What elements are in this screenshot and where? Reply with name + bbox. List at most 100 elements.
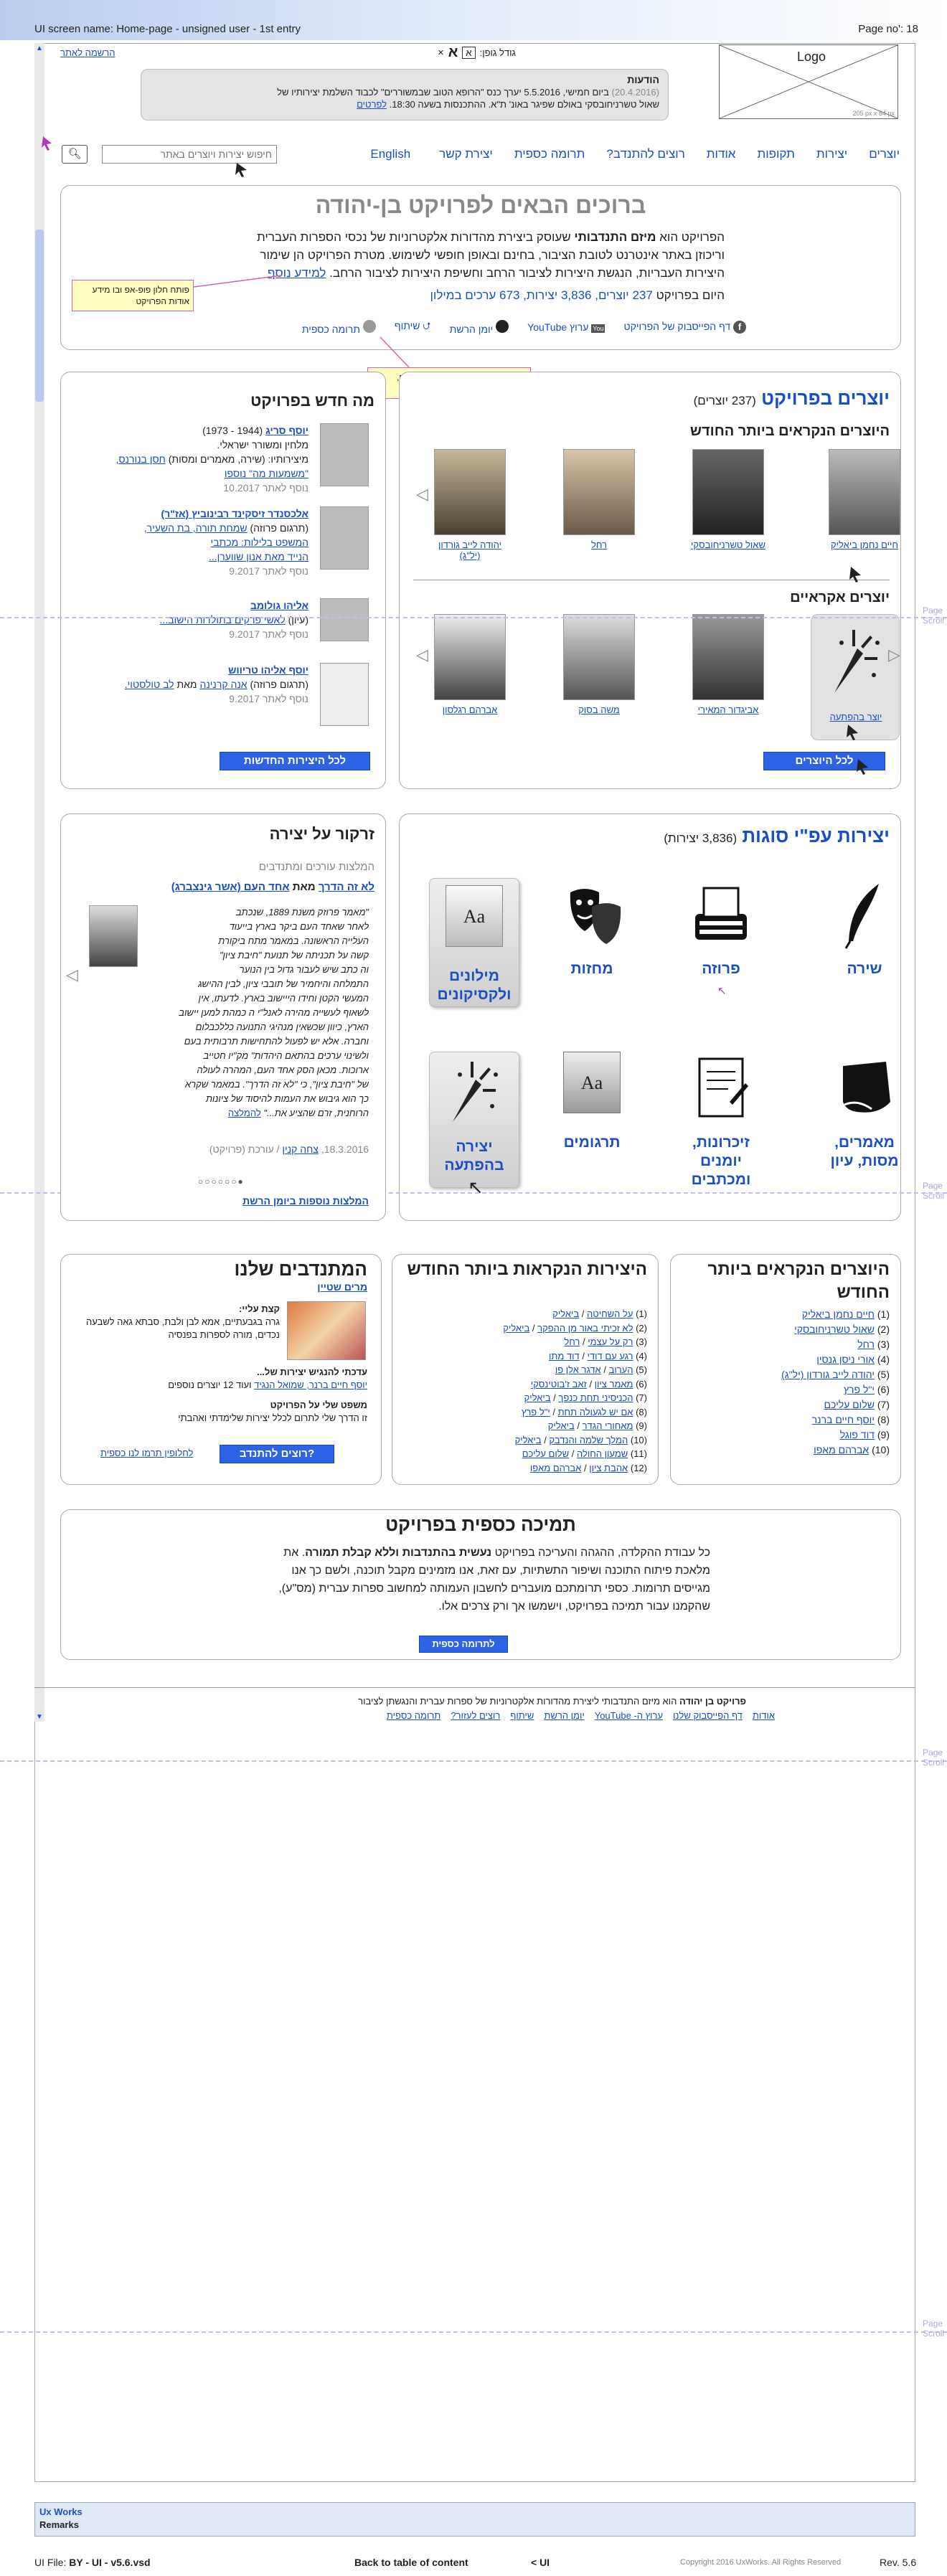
- scrollbar-thumb[interactable]: [35, 230, 44, 402]
- search-input[interactable]: [102, 145, 277, 164]
- carousel-dots[interactable]: ○○○○○○●: [198, 1176, 245, 1186]
- stats-values[interactable]: 673 ערכים במילון: [430, 288, 519, 302]
- nav-contact[interactable]: יצירת קשר: [439, 147, 493, 161]
- stats-works[interactable]: 3,836 יצירות,: [523, 288, 591, 302]
- list-item[interactable]: (6) י"ל פרץ: [682, 1382, 890, 1397]
- surprise-icon: [834, 630, 880, 693]
- recommend-subtitle: המלצות עורכים ומתנדבים: [258, 861, 374, 873]
- list-item[interactable]: (4) אורי ניסן גנסין: [682, 1352, 890, 1367]
- surprise-icon: [453, 1062, 498, 1122]
- list-item[interactable]: (8) יוסף חיים ברנר: [682, 1412, 890, 1428]
- font-small-button[interactable]: א: [462, 47, 476, 59]
- creator-card[interactable]: שאול טשרניחובסקי: [689, 449, 768, 550]
- facebook-link[interactable]: f דף הפייסבוק של הפרויקט: [623, 321, 746, 334]
- dictionary-icon: Aa: [446, 885, 503, 947]
- list-item[interactable]: (9) דוד פוגל: [682, 1428, 890, 1443]
- news-item: אלכסנדר זיסקינד רבינוביץ (אז"ר) (תרגום פ…: [79, 506, 369, 578]
- read-recommendation-link[interactable]: להמלצה: [228, 1108, 261, 1118]
- footer-link[interactable]: תרומה כספית: [387, 1710, 440, 1721]
- creator-card[interactable]: אברהם רגלסון: [430, 614, 509, 715]
- ui-link[interactable]: < UI: [531, 2557, 550, 2568]
- nav-about[interactable]: אודות: [707, 147, 736, 161]
- nav-english[interactable]: English: [370, 147, 410, 161]
- list-item[interactable]: (9) מאחורי הגדר / ביאליק: [406, 1419, 647, 1433]
- carousel-left-icon[interactable]: ◁: [416, 646, 428, 664]
- donate-link[interactable]: תרומה כספית: [302, 319, 376, 335]
- genre-dictionaries[interactable]: Aa מילונים ולקסיקונים: [428, 885, 521, 1004]
- list-item[interactable]: (1) על השחיטה / ביאליק: [406, 1307, 647, 1321]
- list-item[interactable]: (7) הכניסיני תחת כנפך / ביאליק: [406, 1391, 647, 1405]
- carousel-right-icon[interactable]: ▷: [888, 646, 900, 664]
- all-new-works-button[interactable]: לכל היצירות החדשות: [220, 752, 370, 770]
- genre-prose[interactable]: פרוזה: [674, 878, 768, 978]
- footer-link[interactable]: אודות: [753, 1710, 775, 1721]
- all-creators-button[interactable]: לכל היוצרים: [763, 752, 885, 770]
- list-item[interactable]: (8) אם יש לגעולה תחת / י"ל פרץ: [406, 1405, 647, 1420]
- genre-plays[interactable]: מחזות: [545, 878, 639, 978]
- signup-link[interactable]: הרשמה לאתר: [60, 47, 115, 58]
- donate-alt-link[interactable]: לחלופין תרמו לנו כספית: [100, 1448, 193, 1458]
- footer-divider: [34, 1687, 915, 1688]
- font-big-button[interactable]: א: [448, 44, 458, 61]
- more-recommendations-link[interactable]: המלצות נוספות ביומן הרשת: [79, 1195, 369, 1207]
- list-item[interactable]: (4) רגע עם דודי / דוד מתו: [406, 1349, 647, 1364]
- carousel-left-icon[interactable]: ◁: [416, 485, 428, 504]
- recommend-work: לא זה הדרך מאת אחד העם (אשר גינצברג): [171, 881, 374, 893]
- volunteer-name[interactable]: מרים שטיין: [79, 1281, 367, 1293]
- genre-memoirs[interactable]: זיכרונות, יומנים ומכתבים: [674, 1052, 768, 1189]
- creator-card[interactable]: חיים נחמן ביאליק: [825, 449, 904, 550]
- facebook-icon: f: [733, 321, 746, 334]
- list-item[interactable]: (1) חיים נחמן ביאליק: [682, 1307, 890, 1322]
- dictionary-icon: Aa: [563, 1052, 621, 1113]
- list-item[interactable]: (7) שלום עליכם: [682, 1397, 890, 1412]
- list-item[interactable]: (10) אברהם מאפו: [682, 1443, 890, 1458]
- announcement-details-link[interactable]: לפרטים: [357, 99, 387, 110]
- blog-link[interactable]: יומן הרשת: [450, 319, 509, 335]
- footer-link[interactable]: ערוץ ה- YouTube: [595, 1710, 663, 1721]
- author-photo[interactable]: [89, 905, 138, 967]
- carousel-left-icon[interactable]: ◁: [66, 966, 78, 984]
- logo[interactable]: Logo 205 px x 84 px: [719, 44, 898, 119]
- list-item[interactable]: (5) יהודה לייב גורדון (יל"ג): [682, 1367, 890, 1382]
- nav-periods[interactable]: תקופות: [757, 147, 794, 161]
- footer-link[interactable]: רוצים לעזור?: [451, 1710, 500, 1721]
- more-info-link[interactable]: למידע נוסף: [268, 266, 326, 280]
- list-item[interactable]: (12) אהבת ציון / אברהם מאפו: [406, 1461, 647, 1476]
- footer-link[interactable]: דף הפייסבוק שלנו: [673, 1710, 743, 1721]
- list-item[interactable]: (3) רק על עצמי / רחל: [406, 1335, 647, 1349]
- nav-creators[interactable]: יוצרים: [869, 147, 900, 161]
- list-item[interactable]: (3) רחל: [682, 1337, 890, 1352]
- scroll-down-icon[interactable]: ▼: [36, 1713, 43, 1721]
- genre-poetry[interactable]: שירה: [818, 878, 911, 978]
- list-item[interactable]: (2) שאול טשרניחובסקי: [682, 1322, 890, 1337]
- nav-donate[interactable]: תרומה כספית: [514, 147, 585, 161]
- stats-creators[interactable]: 237 יוצרים,: [595, 288, 653, 302]
- list-item[interactable]: (6) מאמר ציון / זאב ז'בוטינסקי: [406, 1377, 647, 1392]
- creator-card[interactable]: יוצר בהפתעה: [816, 621, 895, 722]
- nav-volunteer[interactable]: רוצים להתנדב?: [606, 147, 684, 161]
- footer-link[interactable]: שיתוף: [510, 1710, 534, 1721]
- close-icon[interactable]: ×: [438, 47, 444, 59]
- letter-icon: [698, 1057, 748, 1118]
- creator-card[interactable]: אביגדור המאירי: [689, 614, 768, 715]
- search-button[interactable]: 🔍︎: [62, 145, 88, 164]
- share-link[interactable]: ⮍ שיתוף: [395, 319, 431, 336]
- donate-button[interactable]: לתרומה כספית: [419, 1636, 508, 1653]
- list-item[interactable]: (2) לא זכיתי באור מן ההפקר / ביאליק: [406, 1321, 647, 1336]
- nav-works[interactable]: יצירות: [816, 147, 847, 161]
- list-item[interactable]: (5) הערוב / אדגר אלן פו: [406, 1363, 647, 1377]
- list-item[interactable]: (11) שמעון החולה / שלום עליכם: [406, 1447, 647, 1461]
- genre-essays[interactable]: מאמרים, מסות, עיון: [818, 1052, 911, 1171]
- volunteer-button[interactable]: רוצים להתנדב?: [220, 1445, 334, 1463]
- youtube-link[interactable]: You ערוץ YouTube: [527, 321, 606, 333]
- creator-card[interactable]: רחל: [560, 449, 639, 550]
- list-item[interactable]: (10) המלך שלמה והנדבק / ביאליק: [406, 1433, 647, 1448]
- screen-name: UI screen name: Home-page - unsigned use…: [34, 23, 301, 35]
- genre-surprise[interactable]: יצירה בהפתעה: [428, 1056, 521, 1175]
- creator-card[interactable]: משה בסוק: [560, 614, 639, 715]
- back-to-toc-link[interactable]: Back to table of content: [354, 2557, 468, 2568]
- creator-card[interactable]: יהודה לייב גורדון (יל"ג): [430, 449, 509, 561]
- genre-translations[interactable]: Aa תרגומים: [545, 1052, 639, 1152]
- scroll-up-icon[interactable]: ▲: [36, 44, 43, 52]
- footer-link[interactable]: יומן הרשת: [544, 1710, 584, 1721]
